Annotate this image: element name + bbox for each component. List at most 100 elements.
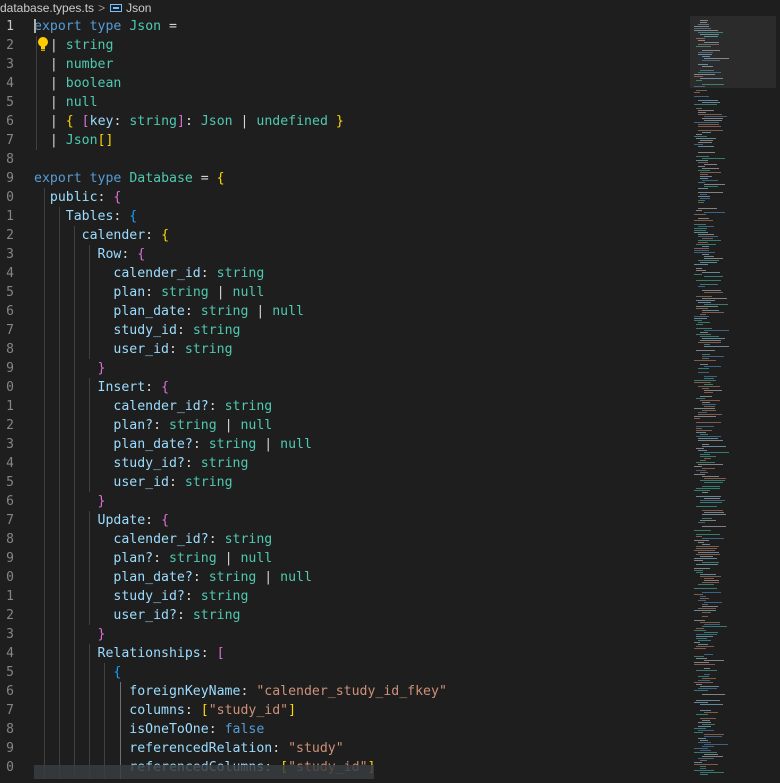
minimap-line — [702, 388, 709, 389]
code-line[interactable]: calender_id: string — [34, 264, 264, 283]
minimap-line — [696, 108, 702, 109]
code-token: [ — [81, 114, 90, 129]
code-line[interactable]: user_id: string — [34, 473, 233, 492]
minimap[interactable] — [690, 16, 780, 779]
minimap-line — [702, 492, 708, 493]
code-line[interactable]: study_id: string — [34, 321, 240, 340]
code-token: string — [184, 475, 233, 490]
code-line[interactable]: user_id?: string — [34, 606, 240, 625]
minimap-line — [694, 558, 717, 559]
minimap-line — [702, 724, 715, 725]
code-line[interactable]: study_id?: string — [34, 587, 248, 606]
code-token: null — [280, 570, 312, 585]
minimap-line — [694, 92, 700, 93]
code-line[interactable]: plan_date: string | null — [34, 302, 304, 321]
code-token: [ — [216, 646, 225, 661]
minimap-line — [696, 38, 705, 39]
code-line[interactable]: plan?: string | null — [34, 549, 272, 568]
code-editor[interactable]: 1 2 3 4 5 6 7 8 9 0 1 2 3 4 5 6 7 8 9 0 1 2 3 4 5 6 7 8 9 0 1 2 3 4 5 6 7 8 9 0… — [0, 16, 690, 779]
minimap-line — [696, 300, 715, 301]
code-token: null — [232, 285, 265, 300]
code-token: : — [145, 380, 162, 395]
code-line[interactable]: plan?: string | null — [34, 416, 272, 435]
line-number: 1 — [6, 399, 14, 414]
minimap-line — [702, 356, 724, 357]
minimap-line — [698, 162, 708, 163]
code-token: plan_date — [113, 304, 185, 319]
code-line[interactable]: | number — [34, 55, 114, 74]
minimap-line — [704, 346, 729, 347]
minimap-line — [702, 538, 724, 539]
code-line[interactable]: } — [34, 359, 106, 378]
code-line[interactable]: isOneToOne: false — [34, 720, 264, 739]
code-area[interactable]: export type Json = | string | number | b… — [34, 16, 690, 779]
minimap-line — [702, 254, 709, 255]
minimap-line — [704, 258, 723, 259]
minimap-line — [700, 472, 708, 473]
minimap-line — [702, 158, 725, 159]
minimap-line — [702, 132, 711, 133]
breadcrumb-symbol[interactable]: Json — [126, 1, 151, 15]
code-token: | — [34, 57, 66, 72]
code-line[interactable]: Row: { — [34, 245, 146, 264]
code-line[interactable]: plan_date?: string | null — [34, 568, 312, 587]
code-token: : — [113, 114, 130, 129]
minimap-line — [696, 628, 704, 629]
minimap-line — [704, 384, 713, 385]
minimap-line — [702, 312, 724, 313]
code-line[interactable]: | Json[] — [34, 131, 114, 150]
code-line[interactable]: columns: ["study_id"] — [34, 701, 296, 720]
code-line[interactable]: foreignKeyName: "calender_study_id_fkey" — [34, 682, 447, 701]
code-line[interactable]: | null — [34, 93, 98, 112]
code-line[interactable]: Insert: { — [34, 378, 169, 397]
code-line[interactable]: } — [34, 492, 106, 511]
code-token: ] — [176, 114, 185, 129]
code-token: } — [97, 627, 106, 642]
minimap-line — [694, 316, 709, 317]
code-line[interactable]: | boolean — [34, 74, 121, 93]
minimap-line — [696, 506, 717, 507]
minimap-line — [698, 142, 712, 143]
code-line[interactable]: user_id: string — [34, 340, 232, 359]
minimap-line — [696, 700, 720, 701]
code-line[interactable]: referencedRelation: "study" — [34, 739, 343, 758]
code-token: { — [65, 114, 74, 129]
code-line[interactable]: Tables: { — [34, 207, 137, 226]
minimap-line — [694, 28, 711, 29]
minimap-line — [696, 548, 717, 549]
code-line[interactable]: plan: string | null — [34, 283, 264, 302]
code-line[interactable]: calender: { — [34, 226, 169, 245]
minimap-line — [704, 406, 715, 407]
code-token: { — [161, 228, 170, 243]
minimap-line — [700, 176, 712, 177]
minimap-line — [694, 748, 708, 749]
code-line[interactable]: { — [34, 663, 121, 682]
code-line[interactable]: plan_date?: string | null — [34, 435, 312, 454]
minimap-line — [698, 738, 706, 739]
code-line[interactable]: public: { — [34, 188, 121, 207]
minimap-line — [698, 196, 710, 197]
code-line[interactable]: export type Database = { — [34, 169, 225, 188]
code-line[interactable]: calender_id?: string — [34, 397, 272, 416]
code-line[interactable]: Relationships: [ — [34, 644, 225, 663]
minimap-line — [698, 450, 707, 451]
code-line[interactable]: | { [key: string]: Json | undefined } — [34, 112, 344, 131]
minimap-line — [696, 470, 706, 471]
minimap-line — [700, 520, 716, 521]
minimap-line — [702, 720, 710, 721]
code-line[interactable]: calender_id?: string — [34, 530, 272, 549]
breadcrumb-file[interactable]: database.types.ts — [0, 1, 94, 15]
lightbulb-icon[interactable] — [36, 36, 50, 52]
code-token: = — [192, 171, 217, 186]
code-line[interactable]: Update: { — [34, 511, 169, 530]
code-line[interactable]: export type Json = — [34, 17, 177, 36]
minimap-line — [696, 714, 708, 715]
minimap-line — [700, 364, 708, 365]
minimap-line — [702, 756, 723, 757]
code-token: : — [208, 399, 225, 414]
code-line[interactable]: study_id?: string — [34, 454, 248, 473]
minimap-line — [696, 156, 709, 157]
code-line[interactable]: } — [34, 625, 106, 644]
code-token: = — [161, 19, 177, 34]
